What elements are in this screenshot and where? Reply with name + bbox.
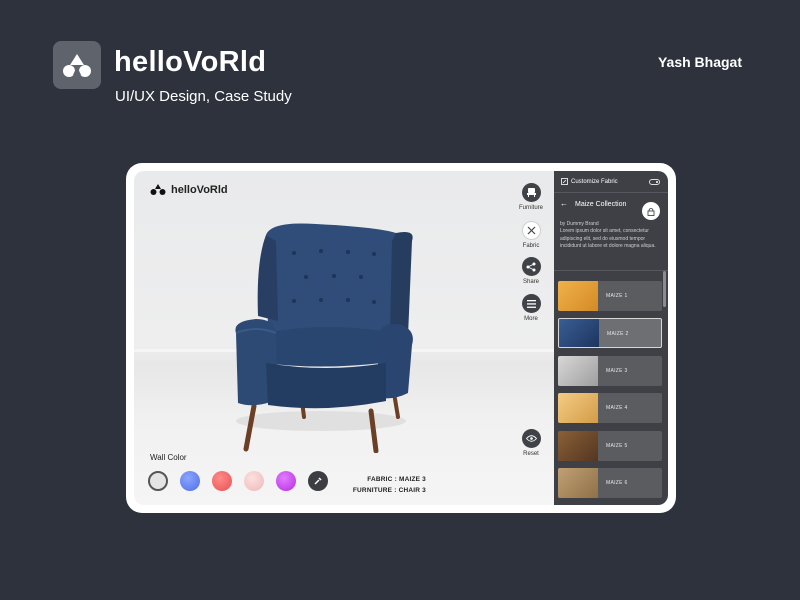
- fabric-option[interactable]: MAIZE 6: [558, 468, 662, 498]
- collection-title: Maize Collection: [575, 201, 627, 208]
- panel-header: Customize Fabric: [554, 171, 668, 193]
- edit-icon: [561, 178, 568, 185]
- logo-icon: [63, 54, 91, 77]
- color-picker-button[interactable]: [308, 471, 328, 491]
- tool-share[interactable]: Share: [511, 257, 551, 285]
- armchair-model[interactable]: [226, 221, 416, 453]
- wall-color-swatch[interactable]: [212, 471, 232, 491]
- tool-label: More: [524, 316, 538, 322]
- fabric-panel: Customize Fabric ← Maize Collection by D…: [554, 171, 668, 505]
- wall-color-swatch[interactable]: [244, 471, 264, 491]
- fabric-thumbnail: [558, 281, 598, 311]
- eyedropper-icon: [314, 477, 322, 485]
- fabric-option[interactable]: MAIZE 5: [558, 431, 662, 461]
- furniture-info: FURNITURE : CHAIR 3: [352, 487, 426, 494]
- fabric-label: MAIZE 6: [606, 480, 628, 486]
- wall-color-swatch[interactable]: [180, 471, 200, 491]
- fabric-label: MAIZE 1: [606, 293, 628, 299]
- tool-label: Fabric: [522, 243, 540, 249]
- reset-button[interactable]: Reset: [511, 429, 551, 457]
- fabric-thumbnail: [558, 393, 598, 423]
- fabric-option[interactable]: MAIZE 4: [558, 393, 662, 423]
- panel-title: Customize Fabric: [571, 179, 618, 185]
- fabric-thumbnail: [559, 319, 599, 347]
- close-icon: [521, 221, 541, 240]
- fabric-option[interactable]: MAIZE 3: [558, 356, 662, 386]
- tool-fabric[interactable]: Fabric: [511, 221, 551, 249]
- brand-name: by Dummy Brand: [560, 221, 599, 227]
- chair-icon: [521, 183, 541, 202]
- room-view[interactable]: helloVoRld Furniture Fabric Share More R…: [134, 171, 554, 505]
- fabric-thumbnail: [558, 356, 598, 386]
- page-title: helloVoRld: [114, 46, 267, 78]
- eye-icon: [521, 429, 541, 448]
- wall-color-swatch[interactable]: [276, 471, 296, 491]
- collection-description: Lorem ipsum dolor sit amet, consectetur …: [560, 228, 656, 250]
- wall-color-swatch[interactable]: [148, 471, 168, 491]
- fabric-thumbnail: [558, 431, 598, 461]
- fabric-option-selected[interactable]: MAIZE 2: [558, 318, 662, 348]
- tool-label: Share: [522, 279, 539, 285]
- app-logo-icon: [150, 184, 166, 195]
- page-subtitle: UI/UX Design, Case Study: [115, 88, 292, 105]
- wall-color-label: Wall Color: [150, 453, 187, 462]
- fabric-option[interactable]: MAIZE 1: [558, 281, 662, 311]
- fabric-label: MAIZE 5: [606, 443, 628, 449]
- lock-icon: [647, 207, 655, 216]
- reset-label: Reset: [523, 451, 539, 457]
- tablet-frame: helloVoRld Furniture Fabric Share More R…: [126, 163, 676, 513]
- tool-more[interactable]: More: [511, 294, 551, 322]
- app-title: helloVoRld: [171, 184, 228, 196]
- panel-divider: [554, 270, 668, 271]
- customize-toggle[interactable]: [649, 179, 660, 185]
- fabric-thumbnail: [558, 468, 598, 498]
- fabric-label: MAIZE 2: [607, 331, 629, 337]
- author-name: Yash Bhagat: [657, 54, 742, 70]
- fabric-label: MAIZE 3: [606, 368, 628, 374]
- panel-scrollbar[interactable]: [663, 271, 666, 307]
- fabric-info: FABRIC : MAIZE 3: [367, 476, 426, 483]
- app-logo: [53, 41, 101, 89]
- menu-icon: [521, 294, 541, 313]
- back-arrow-icon[interactable]: ←: [560, 199, 568, 208]
- tool-label: Furniture: [518, 205, 543, 211]
- fabric-label: MAIZE 4: [606, 405, 628, 411]
- tool-furniture[interactable]: Furniture: [511, 183, 551, 211]
- share-icon: [521, 257, 541, 276]
- app-screen: helloVoRld Furniture Fabric Share More R…: [134, 171, 668, 505]
- lock-button[interactable]: [642, 202, 660, 220]
